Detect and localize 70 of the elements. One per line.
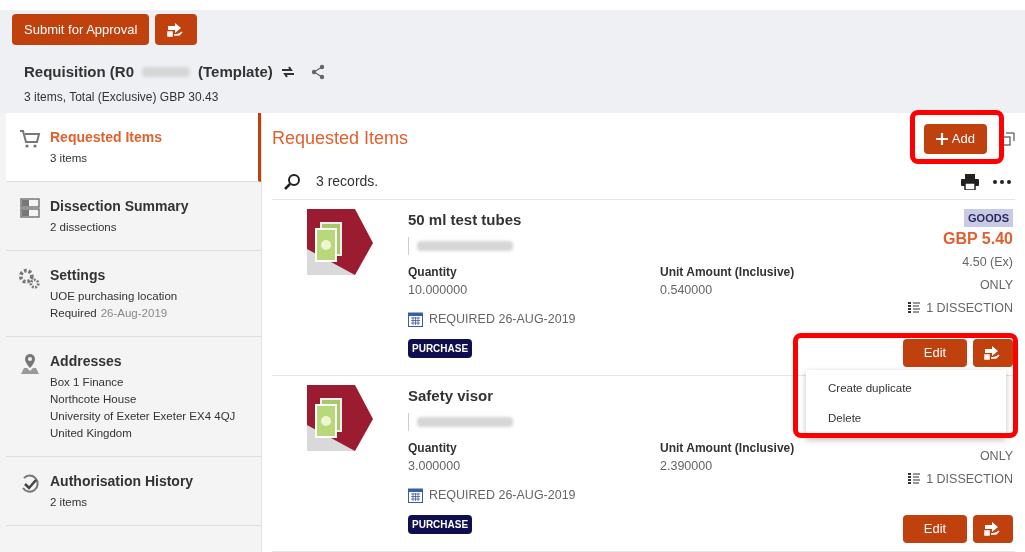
- sidebar-item[interactable]: Requested Items 3 items: [6, 113, 261, 182]
- page-title: (Template): [198, 62, 273, 82]
- field-label: Unit Amount (Inclusive): [660, 440, 795, 458]
- actions-button[interactable]: [973, 515, 1013, 543]
- purchase-tag: PURCHASE: [408, 514, 473, 534]
- edit-button[interactable]: Edit: [903, 515, 967, 543]
- field-value: 10.000000: [408, 282, 469, 300]
- section-detail: 3 items: [50, 151, 89, 165]
- calendar-icon: [408, 311, 423, 328]
- panel-title: Requested Items: [272, 127, 410, 151]
- purchase-tag: PURCHASE: [408, 338, 473, 358]
- submit-button[interactable]: Submit for Approval: [12, 14, 150, 45]
- check-history-icon: [19, 473, 41, 495]
- redacted-text: [142, 67, 190, 78]
- swap-icon[interactable]: [280, 66, 295, 79]
- section-detail: United Kingdom: [50, 426, 133, 440]
- print-icon[interactable]: [961, 173, 979, 190]
- item-name: 50 ml test tubes: [408, 209, 522, 230]
- goods-badge: GOODS: [964, 208, 1013, 228]
- page-title: Requisition (R0: [24, 62, 134, 82]
- search-icon[interactable]: [284, 172, 302, 191]
- list-icon: [908, 472, 921, 485]
- calendar-icon: [408, 487, 423, 504]
- layout-icon: [20, 198, 40, 218]
- field-value: 3.000000: [408, 458, 462, 476]
- section-date: 26-Aug-2019: [100, 306, 168, 320]
- product-icon: [307, 384, 373, 451]
- section-detail: Northcote House: [50, 392, 138, 406]
- field-label: Quantity: [408, 264, 458, 282]
- section-detail: 2 dissections: [50, 220, 118, 234]
- only-label: ONLY: [979, 447, 1013, 465]
- dissection-count: 1 DISSECTION: [926, 299, 1013, 317]
- section-title: Addresses: [50, 352, 123, 371]
- section-title: Authorisation History: [50, 472, 194, 491]
- section-title: Settings: [50, 266, 107, 285]
- plus-icon: [935, 132, 948, 145]
- dissection-count: 1 DISSECTION: [926, 470, 1013, 488]
- cart-icon: [19, 129, 41, 149]
- section-title: Requested Items: [50, 128, 163, 147]
- more-icon[interactable]: [993, 179, 1011, 184]
- actions-button[interactable]: [155, 14, 198, 45]
- field-label: Quantity: [408, 440, 458, 458]
- map-pin-icon: [20, 353, 40, 375]
- required-date: REQUIRED 26-AUG-2019: [429, 487, 576, 505]
- section-title: Dissection Summary: [50, 197, 189, 216]
- record-count: 3 records.: [316, 172, 380, 192]
- section-detail: Box 1 Finance: [50, 375, 125, 389]
- share-icon[interactable]: [310, 64, 325, 81]
- requisition-summary: 3 items, Total (Exclusive) GBP 30.43: [24, 88, 220, 106]
- section-detail: University of Exeter Exeter EX4 4QJ: [50, 409, 236, 423]
- gears-icon: [18, 267, 42, 291]
- exclusive-amount: 4.50 (Ex): [962, 254, 1013, 272]
- field-value: 0.540000: [660, 282, 714, 300]
- section-detail: 2 items: [50, 495, 89, 509]
- required-date: REQUIRED 26-AUG-2019: [429, 310, 576, 328]
- menu-item[interactable]: Create duplicate: [806, 374, 1006, 404]
- add-button[interactable]: Add: [923, 123, 987, 154]
- section-detail: Required: [50, 306, 97, 320]
- only-label: ONLY: [979, 276, 1013, 294]
- item-name: Safety visor: [408, 385, 494, 406]
- menu-item[interactable]: Delete: [806, 404, 1006, 434]
- edit-button[interactable]: Edit: [903, 338, 967, 367]
- actions-button[interactable]: [973, 338, 1013, 367]
- field-label: Unit Amount (Inclusive): [660, 264, 795, 282]
- section-detail: UOE purchasing location: [50, 289, 178, 303]
- item-price: GBP 5.40: [943, 229, 1013, 250]
- list-icon: [908, 301, 921, 314]
- product-icon: [307, 208, 373, 275]
- field-value: 2.390000: [660, 458, 714, 476]
- popout-icon[interactable]: [1001, 131, 1015, 146]
